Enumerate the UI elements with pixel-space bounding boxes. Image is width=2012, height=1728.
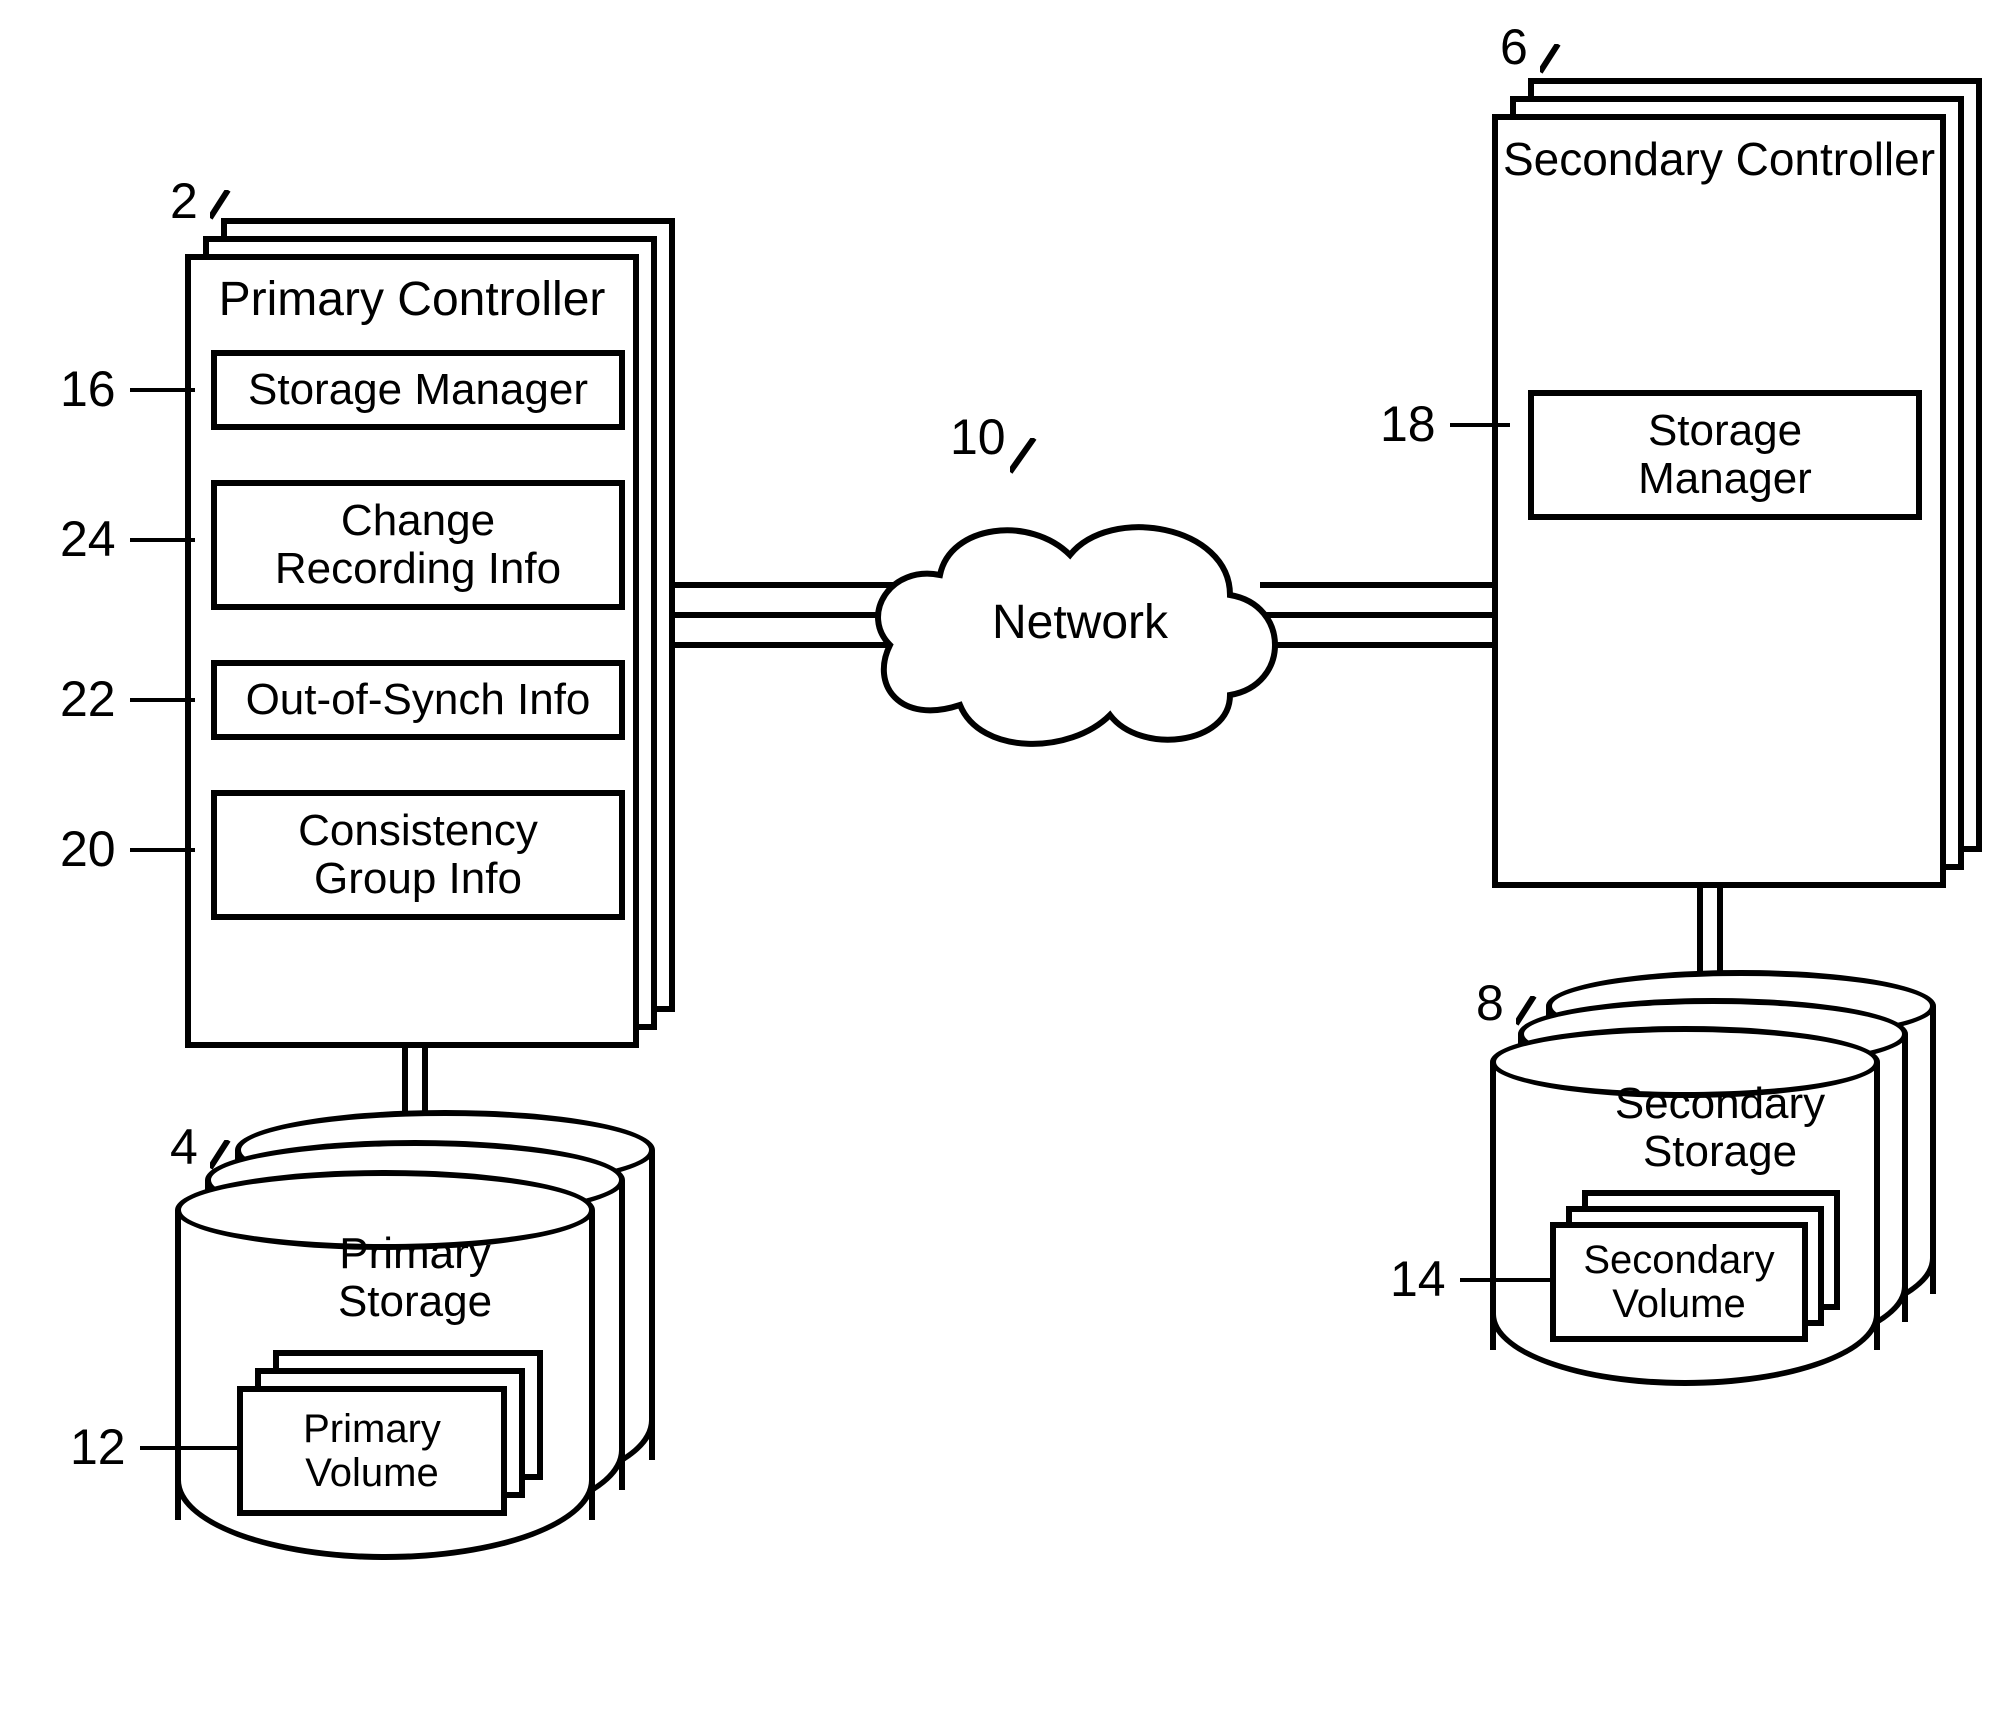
tick-6: [1540, 44, 1570, 74]
primary-controller: Primary Controller Storage Manager Chang…: [185, 218, 675, 1048]
primary-volume-label: Primary Volume: [303, 1407, 441, 1495]
primary-storage: Primary Storage Primary Volume: [175, 1110, 655, 1580]
ref-24: 24: [60, 510, 116, 568]
ref-22: 22: [60, 670, 116, 728]
tick-2: [210, 190, 240, 220]
network-cloud: Network: [850, 465, 1300, 765]
ref-2: 2: [170, 172, 198, 230]
ref-6: 6: [1500, 18, 1528, 76]
secondary-controller: Secondary Controller Storage Manager: [1492, 78, 1982, 888]
lead-24: [130, 538, 195, 542]
primary-storage-label: Primary Storage: [175, 1230, 655, 1327]
consistency-group-label: Consistency Group Info: [298, 807, 538, 904]
change-recording-label: Change Recording Info: [275, 497, 561, 594]
storage-manager-primary-box: Storage Manager: [211, 350, 625, 430]
ref-20: 20: [60, 820, 116, 878]
out-of-synch-box: Out-of-Synch Info: [211, 660, 625, 740]
ref-8: 8: [1476, 974, 1504, 1032]
ref-14: 14: [1390, 1250, 1446, 1308]
secondary-controller-title: Secondary Controller: [1498, 120, 1940, 198]
network-label: Network: [990, 595, 1170, 650]
ref-12: 12: [70, 1418, 126, 1476]
secondary-storage: Secondary Storage Secondary Volume: [1490, 970, 1950, 1410]
lead-14: [1460, 1278, 1555, 1282]
lead-20: [130, 848, 195, 852]
ref-16: 16: [60, 360, 116, 418]
primary-volume-box: Primary Volume: [237, 1386, 507, 1516]
secondary-volume-box: Secondary Volume: [1550, 1222, 1808, 1342]
ref-10: 10: [950, 408, 1006, 466]
secondary-volume-label: Secondary Volume: [1583, 1238, 1774, 1326]
tick-10: [1010, 438, 1050, 478]
consistency-group-box: Consistency Group Info: [211, 790, 625, 920]
ref-18: 18: [1380, 395, 1436, 453]
lead-22: [130, 698, 195, 702]
tick-8: [1516, 996, 1546, 1026]
lead-18: [1450, 423, 1510, 427]
tick-4: [210, 1140, 240, 1170]
lead-16: [130, 388, 195, 392]
secondary-storage-label: Secondary Storage: [1490, 1080, 1950, 1177]
primary-controller-title: Primary Controller: [191, 260, 633, 339]
storage-manager-secondary-box: Storage Manager: [1528, 390, 1922, 520]
diagram-canvas: Network Primary Controller Storage Manag…: [0, 0, 2012, 1728]
change-recording-box: Change Recording Info: [211, 480, 625, 610]
ref-4: 4: [170, 1118, 198, 1176]
storage-manager-secondary-label: Storage Manager: [1638, 407, 1812, 504]
out-of-synch-label: Out-of-Synch Info: [246, 676, 591, 724]
lead-12: [140, 1446, 240, 1450]
storage-manager-primary-label: Storage Manager: [248, 366, 588, 414]
